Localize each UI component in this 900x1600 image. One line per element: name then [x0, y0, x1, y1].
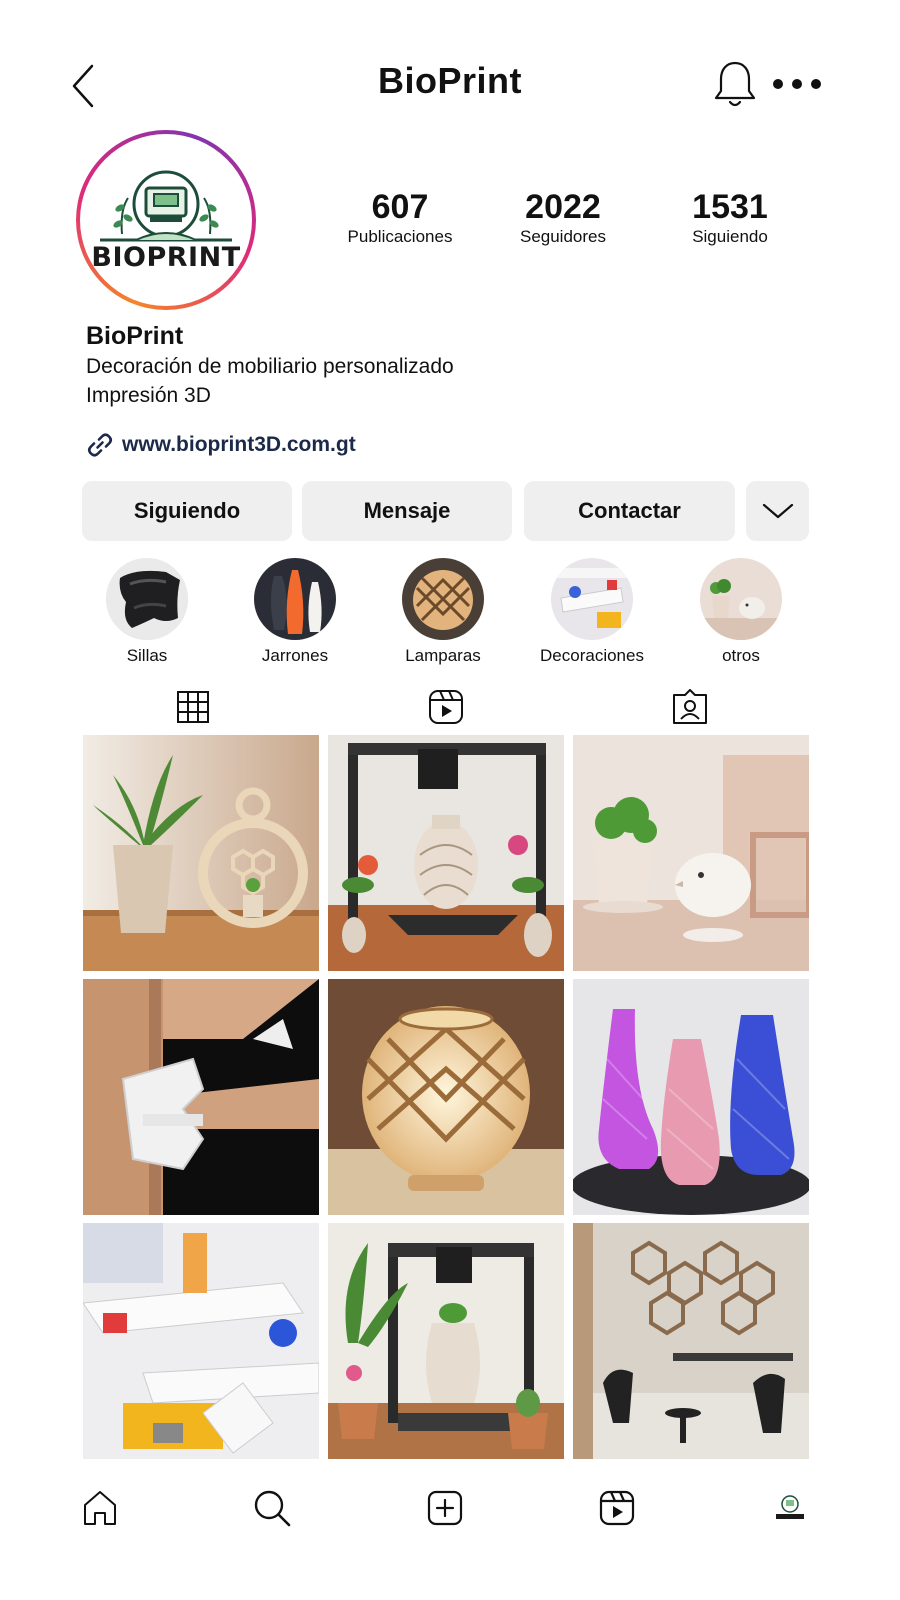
post-plant-pot-honeycomb[interactable] — [83, 735, 319, 971]
post-plant-pot-bird[interactable] — [573, 735, 809, 971]
highlight-label: Lamparas — [405, 646, 481, 665]
bottom-navigation — [0, 1470, 900, 1550]
post-image — [83, 979, 319, 1215]
contact-button[interactable]: Contactar — [524, 481, 735, 541]
stat-following[interactable]: 1531 Siguiendo — [650, 188, 810, 248]
decorations-image — [551, 558, 633, 640]
post-twisted-vases[interactable] — [573, 979, 809, 1215]
profile-stats: 607 Publicaciones 2022 Seguidores 1531 S… — [320, 188, 820, 258]
highlight-thumbnail — [700, 558, 782, 640]
stat-label: Siguiendo — [692, 227, 768, 246]
highlight-lamparas[interactable]: Lamparas — [373, 558, 513, 666]
more-dots-icon — [773, 79, 821, 89]
post-image — [328, 735, 564, 971]
highlight-thumbnail — [106, 558, 188, 640]
post-image — [83, 735, 319, 971]
stat-followers[interactable]: 2022 Seguidores — [483, 188, 643, 248]
tab-reels[interactable] — [416, 686, 476, 728]
post-image — [573, 735, 809, 971]
add-post-icon — [427, 1490, 463, 1526]
highlight-label: Decoraciones — [540, 646, 644, 665]
pot-bird-image — [700, 558, 782, 640]
profile-avatar-icon — [773, 1491, 807, 1525]
highlight-label: Jarrones — [261, 646, 329, 665]
bell-icon — [714, 61, 756, 107]
highlight-thumbnail — [402, 558, 484, 640]
post-image — [573, 979, 809, 1215]
profile-bio: BioPrint Decoración de mobiliario person… — [86, 320, 786, 410]
post-shelf-connector[interactable] — [83, 979, 319, 1215]
nav-home[interactable] — [72, 1480, 128, 1536]
nav-search[interactable] — [244, 1480, 300, 1536]
highlight-decoraciones[interactable]: Decoraciones — [522, 558, 662, 666]
nav-reels[interactable] — [589, 1480, 645, 1536]
post-hexagon-decor-room[interactable] — [573, 1223, 809, 1459]
reels-icon — [599, 1490, 635, 1526]
post-printed-parts-wall[interactable] — [83, 1223, 319, 1459]
stat-label: Seguidores — [519, 227, 606, 246]
page-title: BioPrint — [378, 60, 522, 101]
stat-value: 1531 — [692, 188, 768, 226]
stat-label: Publicaciones — [347, 227, 453, 246]
suggestions-dropdown-button[interactable] — [746, 481, 809, 541]
tab-tagged[interactable] — [660, 686, 720, 728]
highlight-label: otros — [722, 646, 760, 665]
tab-posts-grid[interactable] — [163, 686, 223, 728]
grid-icon — [177, 691, 209, 723]
profile-name: BioPrint — [86, 322, 184, 350]
posts-grid — [83, 735, 809, 1459]
highlight-jarrones[interactable]: Jarrones — [225, 558, 365, 666]
stat-posts[interactable]: 607 Publicaciones — [320, 188, 480, 248]
post-image — [328, 979, 564, 1215]
search-icon — [254, 1490, 291, 1527]
chair-image — [106, 558, 188, 640]
post-lattice-lamp[interactable] — [328, 979, 564, 1215]
bio-line: Decoración de mobiliario personalizado — [86, 355, 454, 378]
highlight-label: Sillas — [126, 646, 168, 665]
highlight-thumbnail — [551, 558, 633, 640]
post-3d-printer-plants[interactable] — [328, 1223, 564, 1459]
vases-image — [254, 558, 336, 640]
avatar-logo: BIOPRINT — [80, 134, 252, 306]
highlight-otros[interactable]: otros — [671, 558, 811, 666]
stat-value: 607 — [371, 188, 429, 226]
profile-avatar[interactable]: BIOPRINT — [76, 130, 256, 310]
lamp-image — [402, 558, 484, 640]
tagged-icon — [673, 689, 707, 724]
printer-logo-icon — [100, 170, 232, 242]
reels-icon — [429, 690, 463, 724]
notifications-button[interactable] — [710, 58, 760, 110]
following-button[interactable]: Siguiendo — [82, 481, 292, 541]
post-image — [83, 1223, 319, 1459]
avatar-logo-text: BIOPRINT — [91, 242, 241, 273]
website-url: www.bioprint3D.com.gt — [122, 433, 356, 456]
nav-profile[interactable] — [762, 1480, 818, 1536]
highlight-thumbnail — [254, 558, 336, 640]
profile-header: BioPrint — [0, 50, 900, 120]
chevron-down-icon — [762, 503, 793, 519]
post-image — [328, 1223, 564, 1459]
nav-create[interactable] — [417, 1480, 473, 1536]
post-image — [573, 1223, 809, 1459]
more-options-button[interactable] — [770, 70, 826, 98]
website-link[interactable]: www.bioprint3D.com.gt — [86, 428, 356, 462]
home-icon — [84, 1491, 116, 1525]
highlight-sillas[interactable]: Sillas — [77, 558, 217, 666]
link-icon — [87, 433, 113, 457]
post-3d-printer-vase[interactable] — [328, 735, 564, 971]
bio-line: Impresión 3D — [86, 384, 211, 407]
stat-value: 2022 — [525, 188, 601, 226]
message-button[interactable]: Mensaje — [302, 481, 512, 541]
